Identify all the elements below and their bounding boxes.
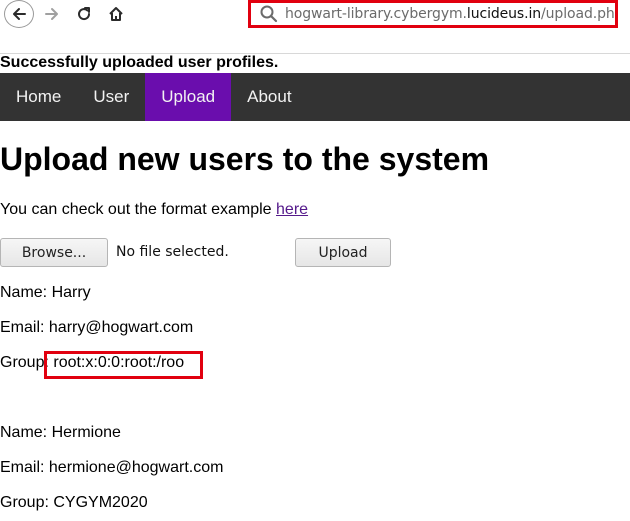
user-group: Group: CYGYM2020 (0, 494, 148, 511)
format-example-link[interactable]: here (276, 201, 308, 218)
reload-icon (78, 7, 91, 21)
back-arrow-icon (13, 8, 26, 20)
address-bar[interactable]: hogwart-library.cybergym.lucideus.in/upl… (248, 0, 618, 28)
browse-button[interactable]: Browse... (0, 238, 108, 267)
forward-arrow-icon (45, 8, 58, 20)
format-text: You can check out the format example (0, 201, 277, 218)
url-prefix: hogwart-library.cybergym. (285, 6, 467, 22)
user-name: Name: Hermione (0, 424, 121, 441)
page-title: Upload new users to the system (0, 141, 490, 177)
upload-button[interactable]: Upload (295, 238, 391, 267)
user-email: Email: harry@hogwart.com (0, 319, 194, 336)
reload-button[interactable] (72, 1, 96, 27)
home-icon (109, 7, 123, 21)
url-text: hogwart-library.cybergym.lucideus.in/upl… (285, 6, 618, 22)
nav-upload[interactable]: Upload (145, 73, 232, 121)
home-button[interactable] (104, 1, 128, 27)
injection-highlight-box (44, 351, 203, 379)
success-message: Successfully uploaded user profiles. (0, 54, 279, 71)
url-path: /upload.php (541, 6, 618, 22)
upload-form: Browse... No file selected. Upload (0, 238, 630, 267)
top-navigation: Home User Upload About (0, 73, 630, 121)
search-icon (260, 5, 278, 23)
user-email: Email: hermione@hogwart.com (0, 459, 224, 476)
nav-user[interactable]: User (77, 73, 145, 121)
nav-home[interactable]: Home (0, 73, 77, 121)
browser-toolbar: hogwart-library.cybergym.lucideus.in/upl… (0, 0, 630, 30)
forward-button[interactable] (40, 1, 64, 27)
file-status: No file selected. (116, 244, 229, 260)
format-hint: You can check out the format example her… (0, 200, 308, 220)
user-name: Name: Harry (0, 284, 91, 301)
url-domain: lucideus.in (466, 6, 542, 22)
back-button[interactable] (4, 0, 34, 28)
nav-about[interactable]: About (231, 73, 307, 121)
